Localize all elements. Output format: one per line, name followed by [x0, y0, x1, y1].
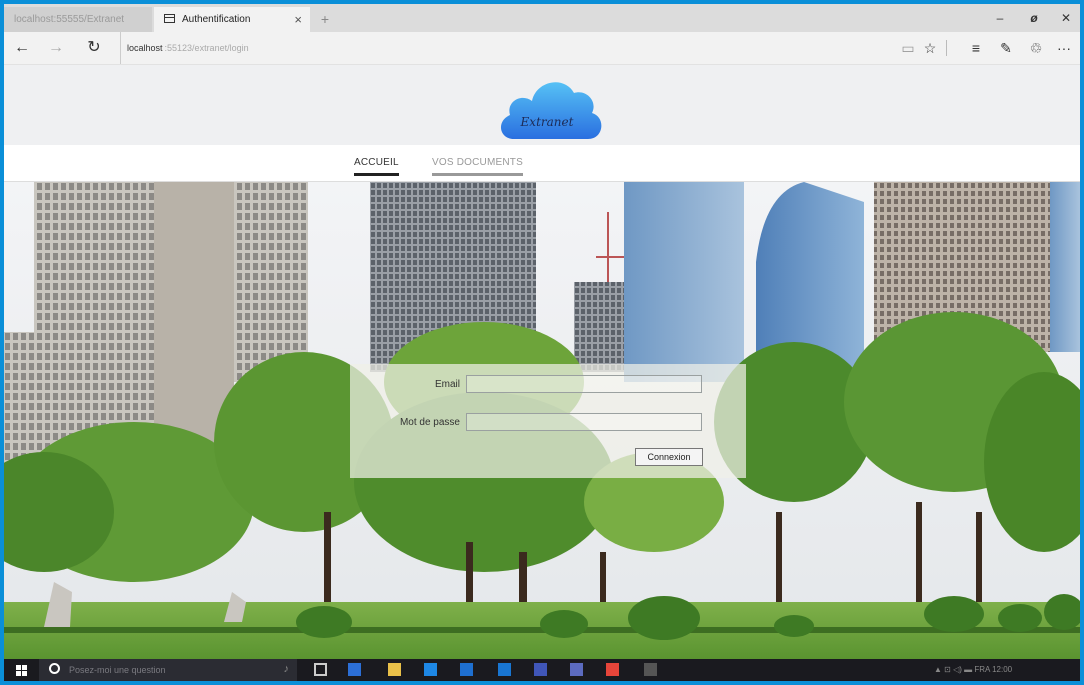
close-tab-icon[interactable]: ×	[294, 7, 302, 32]
tab-inactive[interactable]: localhost:55555/Extranet	[4, 7, 152, 32]
windows-taskbar: Posez-moi une question ♪ ▲ ⊡ ◁) ▬ FRA 12…	[4, 659, 1080, 681]
site-nav: ACCUEIL VOS DOCUMENTS	[4, 145, 1080, 182]
edge-app-icon[interactable]	[348, 663, 361, 676]
back-icon[interactable]: ←	[8, 32, 36, 64]
hub-icon[interactable]: ≡	[964, 32, 988, 64]
login-form: Email Mot de passe Connexion	[350, 364, 746, 478]
refresh-icon[interactable]: ↻	[80, 32, 108, 64]
email-label: Email	[434, 379, 460, 390]
connexion-button[interactable]: Connexion	[635, 448, 703, 466]
web-note-icon[interactable]: ✎	[994, 32, 1018, 64]
url-field[interactable]: localhost:55123/extranet/login	[120, 32, 249, 64]
url-host: localhost	[127, 43, 163, 53]
app-icon-7[interactable]	[570, 663, 583, 676]
forward-icon[interactable]: →	[42, 32, 70, 64]
logo-text: Extranet	[520, 115, 574, 129]
mail-app-icon[interactable]	[460, 663, 473, 676]
hero-background: Email Mot de passe Connexion	[4, 182, 1080, 659]
tab-bar: localhost:55555/Extranet Authentificatio…	[4, 4, 1080, 32]
store-app-icon[interactable]	[424, 663, 437, 676]
toolbar-divider	[946, 40, 947, 56]
app-icon-9[interactable]	[644, 663, 657, 676]
restore-button[interactable]: ø	[1018, 4, 1050, 32]
new-tab-button[interactable]: +	[314, 7, 336, 32]
explorer-app-icon[interactable]	[388, 663, 401, 676]
windows-start-icon[interactable]	[16, 665, 27, 676]
favorite-star-icon[interactable]: ☆	[918, 32, 942, 64]
app-icon-5[interactable]	[498, 663, 511, 676]
nav-accueil[interactable]: ACCUEIL	[354, 157, 399, 176]
app-icon-8[interactable]	[606, 663, 619, 676]
email-field[interactable]	[466, 375, 702, 393]
cloud-icon	[500, 82, 602, 139]
task-view-icon[interactable]	[314, 663, 327, 676]
browser-window: localhost:55555/Extranet Authentificatio…	[4, 4, 1080, 681]
tab-authentification[interactable]: Authentification ×	[154, 7, 310, 32]
share-icon[interactable]: ♲	[1024, 32, 1048, 64]
url-path: :55123/extranet/login	[164, 43, 249, 53]
page-icon	[164, 14, 175, 23]
microphone-icon[interactable]: ♪	[284, 663, 290, 675]
nav-vos-documents[interactable]: VOS DOCUMENTS	[432, 157, 523, 176]
password-label: Mot de passe	[399, 417, 460, 428]
reading-view-icon[interactable]: ▭	[896, 32, 920, 64]
password-field[interactable]	[466, 413, 702, 431]
cortana-icon	[49, 663, 60, 674]
extranet-logo[interactable]: Extranet	[494, 69, 606, 141]
tab-title: Authentification	[182, 14, 251, 25]
search-placeholder: Posez-moi une question	[69, 665, 166, 675]
site-header: Extranet	[4, 65, 1080, 145]
more-icon[interactable]: ···	[1052, 32, 1076, 64]
close-window-button[interactable]: ✕	[1050, 4, 1080, 32]
address-bar: ← → ↻ localhost:55123/extranet/login ▭ ☆…	[4, 32, 1080, 65]
app-icon-6[interactable]	[534, 663, 547, 676]
taskbar-search[interactable]: Posez-moi une question ♪	[39, 659, 297, 681]
minimize-button[interactable]: –	[984, 4, 1016, 32]
system-tray[interactable]: ▲ ⊡ ◁) ▬ FRA 12:00	[934, 659, 1012, 681]
page-content: Extranet ACCUEIL VOS DOCUMENTS Email Mot…	[4, 65, 1080, 659]
